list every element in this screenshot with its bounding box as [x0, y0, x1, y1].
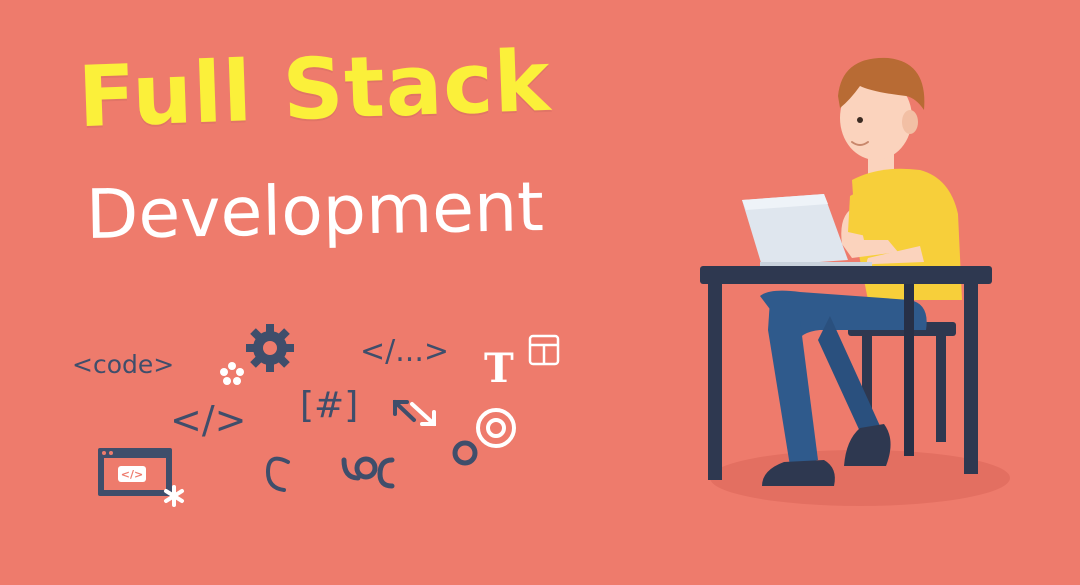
banner-canvas: Full Stack Development <code> </...> </>…: [0, 0, 1080, 585]
developer-illustration: [700, 57, 1010, 506]
